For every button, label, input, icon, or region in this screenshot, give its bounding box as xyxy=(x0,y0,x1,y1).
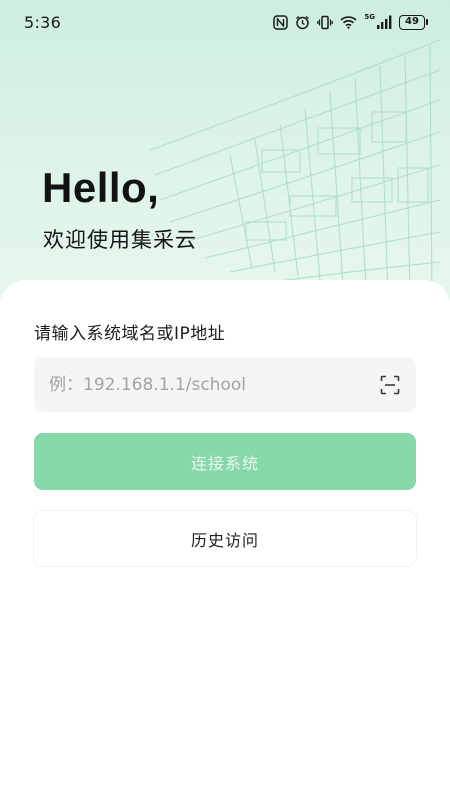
battery-icon: 49 xyxy=(399,14,428,30)
battery-tip xyxy=(426,19,428,25)
status-time: 5:36 xyxy=(24,12,62,32)
network-type: 5G xyxy=(364,13,375,21)
domain-field-label: 请输入系统域名或IP地址 xyxy=(34,324,226,344)
domain-input[interactable] xyxy=(49,374,378,395)
status-icons: 5G 49 xyxy=(273,13,428,30)
wifi-icon xyxy=(340,15,357,29)
login-card: 请输入系统域名或IP地址 连接系统 历史访问 xyxy=(0,280,450,800)
domain-input-container xyxy=(34,357,416,412)
alarm-icon xyxy=(295,15,310,30)
welcome-subtitle: 欢迎使用集采云 xyxy=(43,228,197,252)
vibrate-icon xyxy=(317,15,334,30)
nfc-icon xyxy=(273,14,289,30)
scan-icon[interactable] xyxy=(378,373,402,397)
greeting-title: Hello, xyxy=(42,164,160,211)
connect-system-button[interactable]: 连接系统 xyxy=(34,433,416,490)
status-bar: 5:36 5G 49 xyxy=(0,0,450,44)
connect-button-label: 连接系统 xyxy=(190,453,259,473)
signal-icon xyxy=(376,15,392,29)
battery-level: 49 xyxy=(399,14,425,30)
history-button-label: 历史访问 xyxy=(190,530,259,550)
history-visit-button[interactable]: 历史访问 xyxy=(34,511,416,566)
